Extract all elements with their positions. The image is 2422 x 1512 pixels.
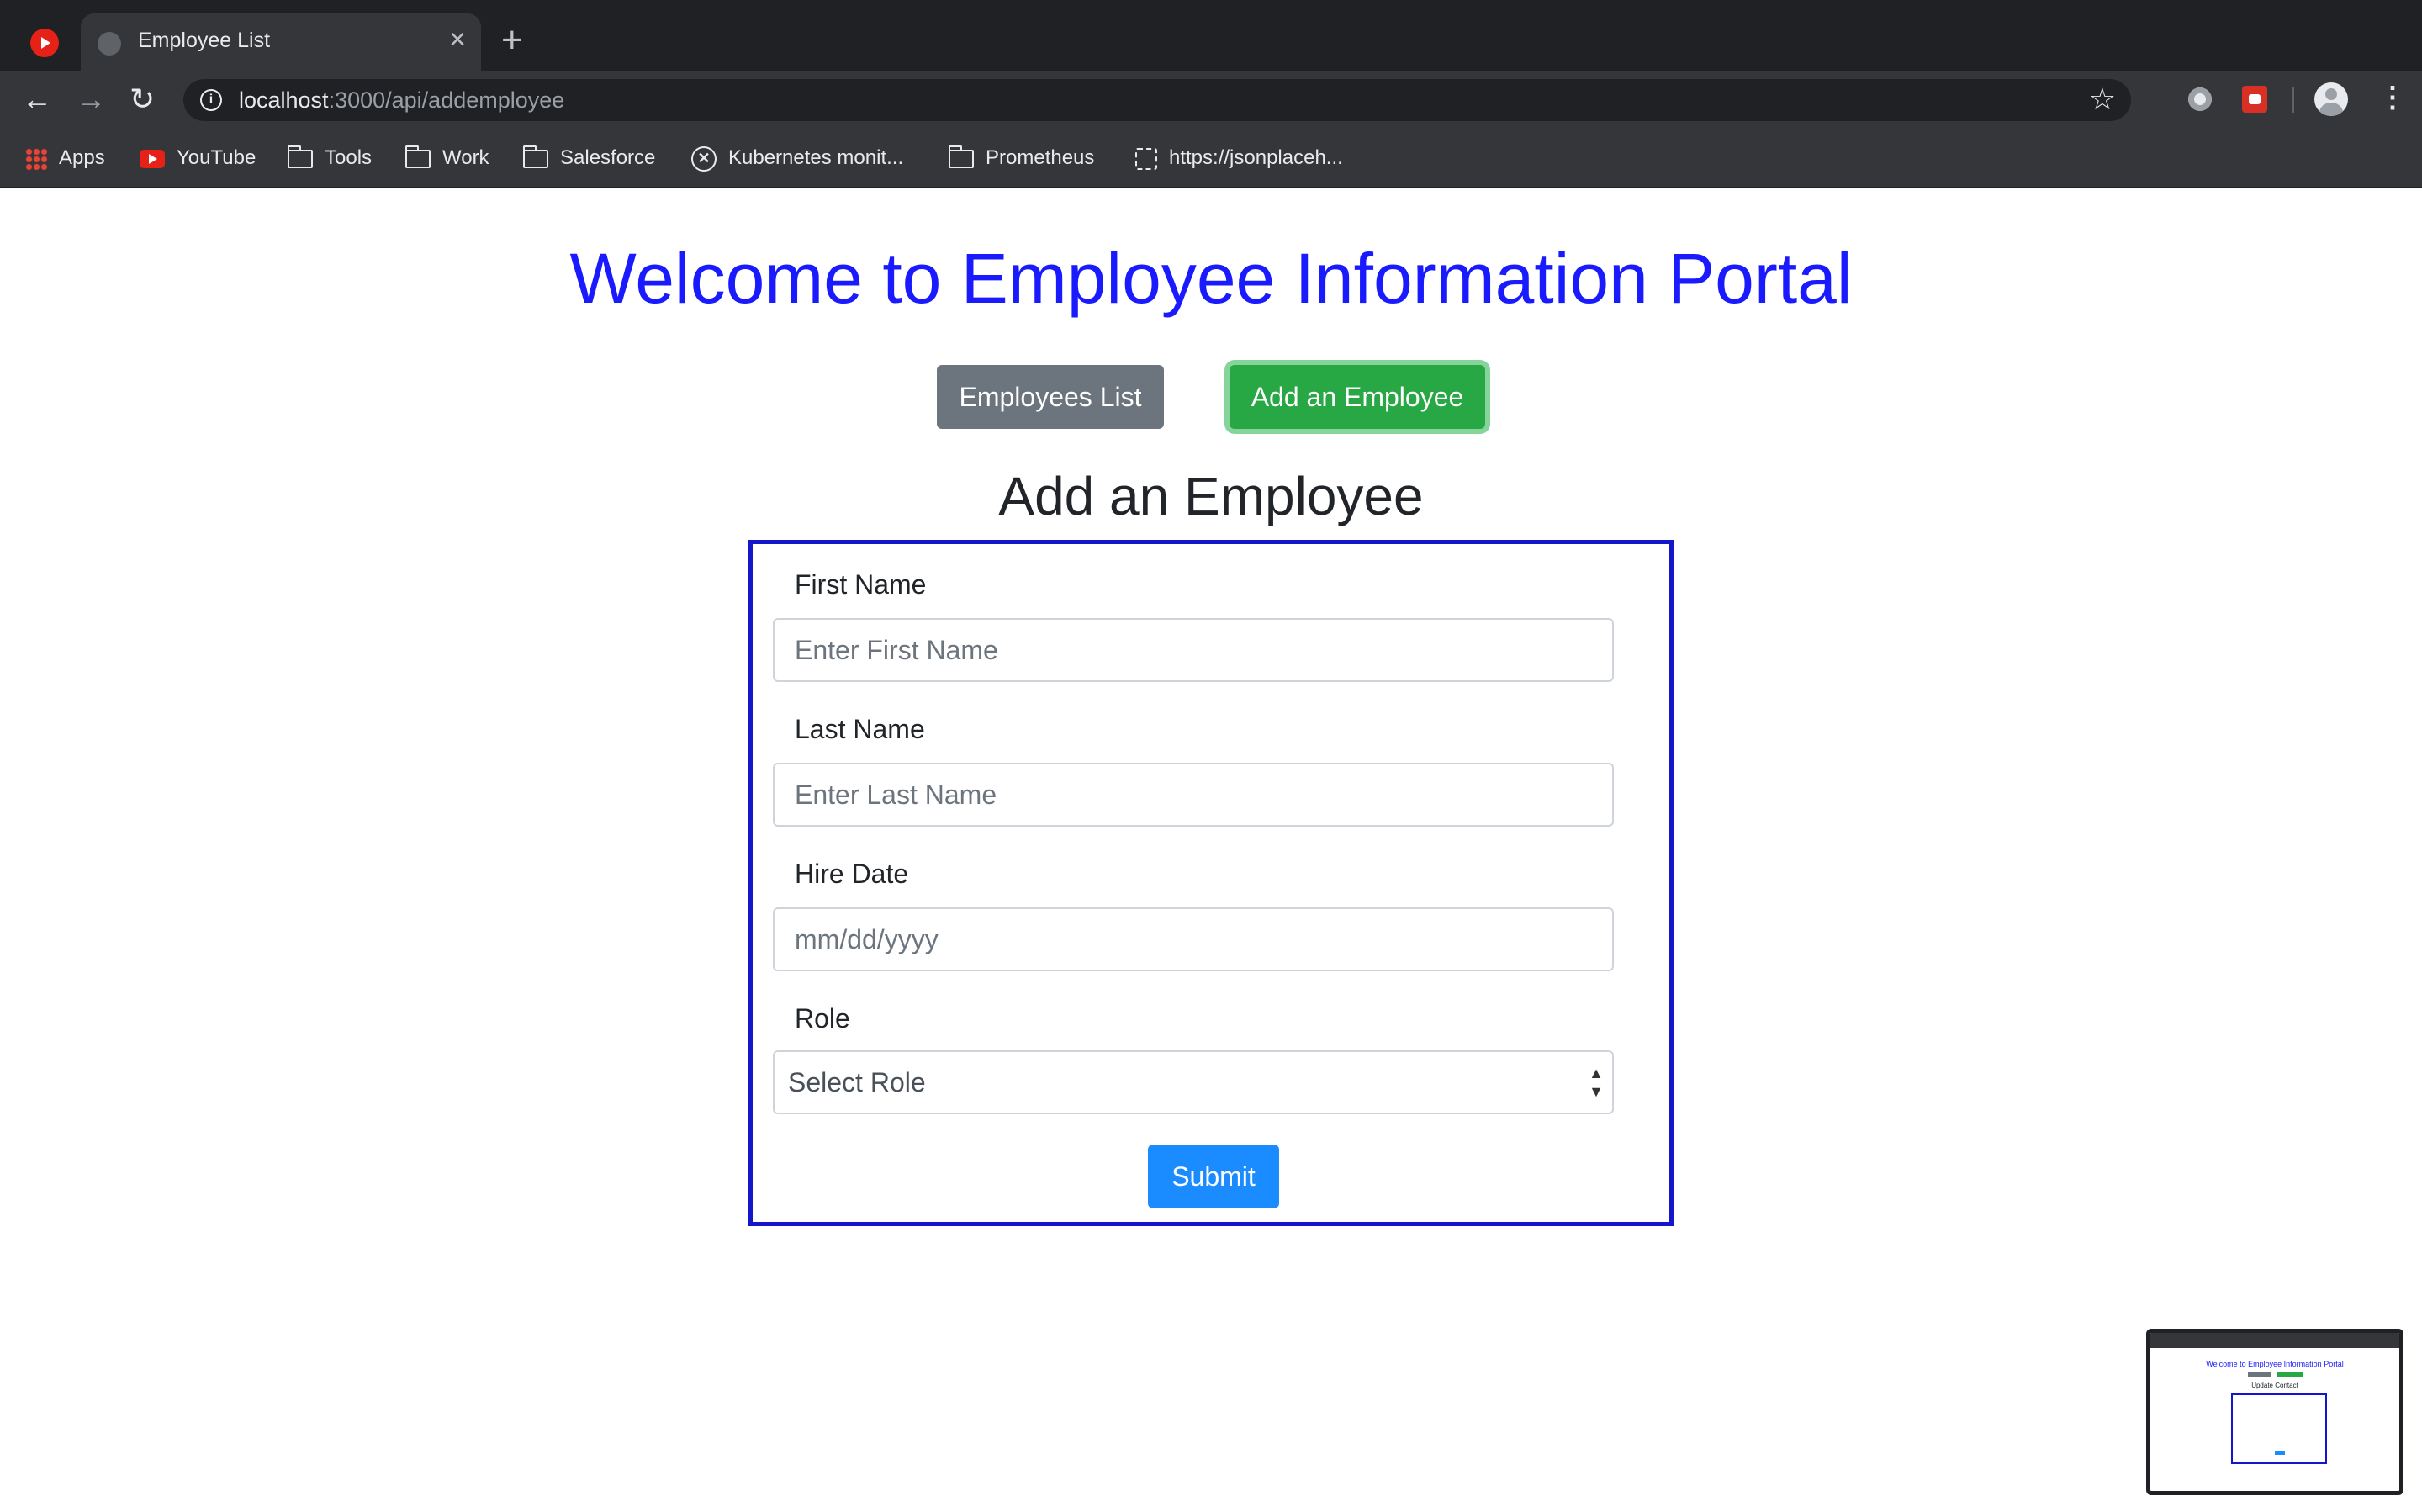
bookmark-prometheus[interactable]: Prometheus: [949, 143, 1094, 173]
folder-icon: [405, 145, 431, 168]
browser-toolbar: ← → ↻ i localhost:3000/api/addemployee ☆…: [0, 71, 2422, 130]
extension-red-icon[interactable]: [2242, 86, 2267, 113]
thumbnail-button: [2248, 1372, 2271, 1377]
bookmark-salesforce[interactable]: Salesforce: [523, 143, 655, 173]
thumbnail-submit: [2275, 1451, 2285, 1455]
tab-title: Employee List: [138, 29, 271, 52]
bookmark-apps[interactable]: Apps: [25, 143, 105, 173]
first-name-input[interactable]: [773, 618, 1614, 682]
bookmark-label: Kubernetes monit...: [728, 146, 904, 169]
url-host: localhost: [239, 87, 329, 113]
hire-date-input[interactable]: [773, 907, 1614, 971]
employees-list-button[interactable]: Employees List: [937, 365, 1164, 429]
bookmark-label: Salesforce: [560, 146, 656, 169]
last-name-input[interactable]: [773, 763, 1614, 827]
bookmark-tools[interactable]: Tools: [288, 143, 372, 173]
bookmark-label: Prometheus: [986, 146, 1095, 169]
role-select[interactable]: Select Role ▲ ▼: [773, 1050, 1614, 1114]
folder-icon: [949, 145, 974, 168]
browser-tab[interactable]: Employee List ×: [81, 13, 481, 71]
menu-dots-icon[interactable]: ⋮: [2378, 79, 2407, 116]
close-tab-icon[interactable]: ×: [449, 25, 466, 54]
thumbnail-section-title: Update Contact: [2251, 1382, 2298, 1389]
bookmarks-bar: Apps YouTube Tools Work Salesforce ✕ Kube…: [0, 130, 2422, 188]
bookmark-label: Work: [442, 146, 489, 169]
info-icon[interactable]: i: [200, 89, 222, 111]
role-label: Role: [795, 1003, 850, 1034]
first-name-label: First Name: [795, 569, 927, 600]
bookmark-work[interactable]: Work: [405, 143, 489, 173]
new-tab-icon[interactable]: +: [501, 22, 523, 59]
url-text[interactable]: localhost:3000/api/addemployee: [239, 87, 564, 114]
section-title: Add an Employee: [998, 466, 1424, 526]
folder-icon: [523, 145, 548, 168]
youtube-icon: [140, 149, 165, 168]
bookmark-label: Apps: [59, 146, 105, 169]
screenshot-thumbnail[interactable]: Welcome to Employee Information Portal U…: [2146, 1329, 2403, 1495]
hire-date-label: Hire Date: [795, 859, 909, 889]
youtube-app-icon[interactable]: [30, 29, 59, 57]
globe-icon: [98, 32, 121, 56]
last-name-label: Last Name: [795, 714, 925, 744]
kubernetes-icon: ✕: [691, 145, 717, 172]
apps-grid-icon: [25, 147, 47, 170]
browser-tab-strip: Employee List × +: [0, 0, 2422, 71]
bookmark-jsonplaceholder[interactable]: https://jsonplaceh...: [1135, 143, 1343, 173]
address-bar[interactable]: i localhost:3000/api/addemployee ☆: [183, 79, 2131, 121]
role-select-value: Select Role: [788, 1067, 926, 1097]
select-arrows-icon: ▲ ▼: [1589, 1065, 1604, 1100]
thumbnail-title: Welcome to Employee Information Portal: [2206, 1360, 2344, 1368]
thumbnail-button: [2277, 1372, 2303, 1377]
toolbar-divider: [2292, 87, 2294, 113]
bookmark-kubernetes[interactable]: ✕ Kubernetes monit...: [691, 143, 903, 173]
profile-avatar-icon[interactable]: [2314, 82, 2348, 116]
bookmark-star-icon[interactable]: ☆: [2089, 82, 2116, 116]
thumbnail-browser-bar: [2150, 1333, 2399, 1348]
add-employee-button[interactable]: Add an Employee: [1230, 365, 1485, 429]
bookmark-youtube[interactable]: YouTube: [140, 143, 256, 173]
bookmark-label: YouTube: [177, 146, 256, 169]
page-icon: [1135, 147, 1157, 170]
folder-icon: [288, 145, 313, 168]
forward-arrow-icon[interactable]: →: [76, 81, 106, 118]
page-title: Welcome to Employee Information Portal: [569, 239, 1853, 318]
url-path: :3000/api/addemployee: [328, 87, 565, 113]
reload-icon[interactable]: ↻: [130, 81, 155, 118]
bookmark-label: https://jsonplaceh...: [1169, 146, 1343, 169]
bookmark-label: Tools: [325, 146, 373, 169]
back-arrow-icon[interactable]: ←: [22, 81, 52, 118]
extension-icon[interactable]: [2188, 87, 2212, 111]
add-employee-form: First Name Last Name Hire Date Role Sele…: [748, 540, 1674, 1226]
submit-button[interactable]: Submit: [1148, 1145, 1279, 1208]
